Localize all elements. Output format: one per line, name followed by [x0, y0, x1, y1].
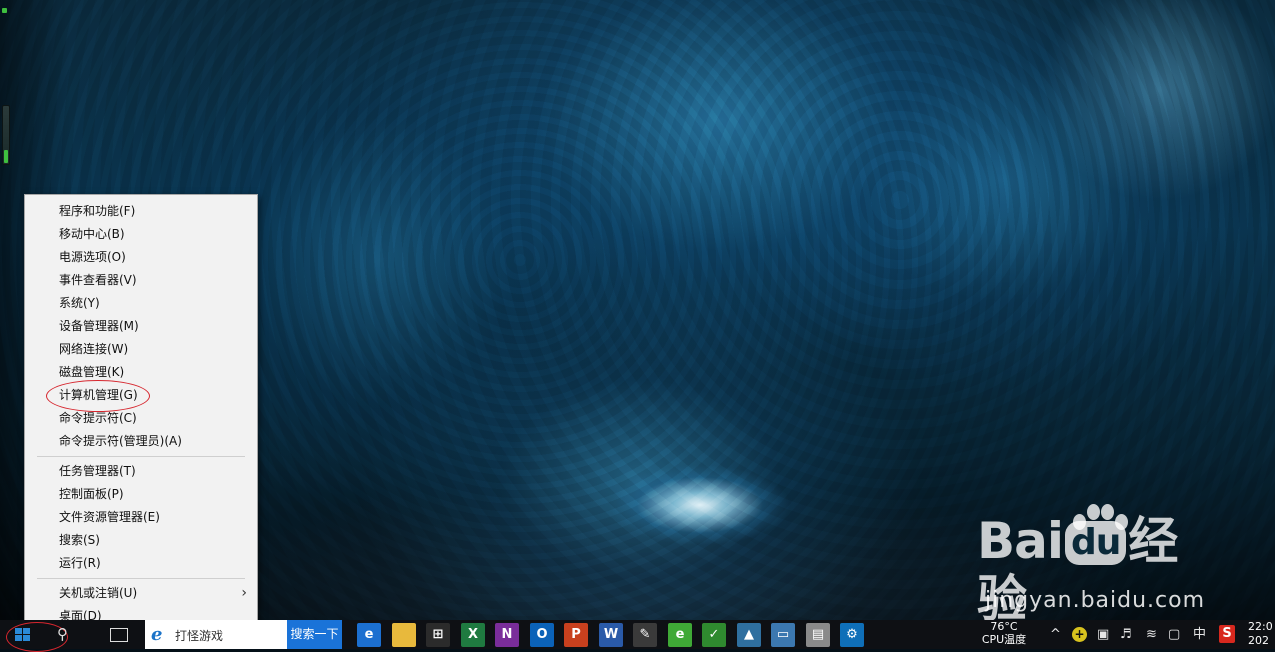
show-hidden-icons-chevron-icon[interactable]: ^ [1050, 626, 1061, 644]
menu-item-system[interactable]: 系统(Y) [25, 292, 257, 315]
menu-item-control-panel[interactable]: 控制面板(P) [25, 483, 257, 506]
menu-item-run[interactable]: 运行(R) [25, 552, 257, 575]
clock-date: 202 [1248, 634, 1269, 647]
menu-item-shutdown-signout[interactable]: 关机或注销(U) › [25, 582, 257, 605]
store-icon[interactable]: ⊞ [426, 623, 450, 647]
ie-search-box[interactable]: e 打怪游戏 [145, 620, 287, 649]
word-icon[interactable]: W [599, 623, 623, 647]
chevron-right-icon: › [241, 585, 247, 601]
search-go-button[interactable]: 搜索一下 [287, 620, 342, 649]
browser-360-icon[interactable]: e [668, 623, 692, 647]
edge-icon[interactable]: e [357, 623, 381, 647]
system-clock[interactable]: 22:0 202 [1248, 620, 1275, 649]
menu-item-programs-features[interactable]: 程序和功能(F) [25, 200, 257, 223]
menu-item-command-prompt-admin[interactable]: 命令提示符(管理员)(A) [25, 430, 257, 453]
winx-context-menu: 程序和功能(F) 移动中心(B) 电源选项(O) 事件查看器(V) 系统(Y) … [24, 194, 258, 633]
sogou-input-icon[interactable]: S [1219, 625, 1235, 643]
menu-item-mobility-center[interactable]: 移动中心(B) [25, 223, 257, 246]
menu-item-search[interactable]: 搜索(S) [25, 529, 257, 552]
side-gauge-widget[interactable] [2, 105, 10, 165]
baidu-logo-bai: Bai [977, 512, 1064, 570]
menu-item-device-manager[interactable]: 设备管理器(M) [25, 315, 257, 338]
cpu-temperature-widget[interactable]: 76°C CPU温度 [975, 620, 1033, 649]
app-tray-plus-icon[interactable]: + [1072, 627, 1087, 642]
menu-item-task-manager[interactable]: 任务管理器(T) [25, 460, 257, 483]
menu-item-event-viewer[interactable]: 事件查看器(V) [25, 269, 257, 292]
action-center-icon[interactable]: ▢ [1168, 626, 1180, 644]
menu-item-file-explorer[interactable]: 文件资源管理器(E) [25, 506, 257, 529]
baidu-logo-du: du [1065, 521, 1127, 565]
photo-viewer-icon[interactable]: ▲ [737, 623, 761, 647]
search-icon[interactable]: ⚲ [57, 625, 77, 645]
baidu-jingyan-watermark: Bai du 经验 jingyan.baidu.com [977, 504, 1206, 628]
computer-icon[interactable]: ▭ [771, 623, 795, 647]
menu-item-network-connections[interactable]: 网络连接(W) [25, 338, 257, 361]
menu-separator [37, 578, 245, 579]
menu-item-computer-management[interactable]: 计算机管理(G) [25, 384, 257, 407]
clock-time: 22:0 [1248, 620, 1273, 633]
ime-chinese-indicator[interactable]: 中 [1193, 626, 1206, 644]
menu-item-command-prompt[interactable]: 命令提示符(C) [25, 407, 257, 430]
onenote-icon[interactable]: N [495, 623, 519, 647]
settings-icon[interactable]: ⚙ [840, 623, 864, 647]
menu-item-shutdown-label: 关机或注销(U) [59, 586, 138, 600]
excel-icon[interactable]: X [461, 623, 485, 647]
menu-item-disk-management[interactable]: 磁盘管理(K) [25, 361, 257, 384]
ie-search-input[interactable]: 打怪游戏 [175, 627, 223, 644]
file-explorer-icon[interactable] [392, 623, 416, 647]
printer-icon[interactable]: ▤ [806, 623, 830, 647]
side-gauge-fill [4, 150, 8, 163]
cpu-temp-value: 76°C [990, 620, 1018, 633]
task-view-icon[interactable] [110, 628, 128, 642]
security-shield-icon[interactable]: ✓ [702, 623, 726, 647]
gadget-indicator [2, 8, 7, 13]
network-adapter-icon[interactable]: ▣ [1097, 626, 1109, 644]
taskbar: ⚲ e 打怪游戏 搜索一下 e ⊞ X N O P W ✎ e ✓ ▲ ▭ ▤ ⚙ 76°C CPU温度 … [0, 620, 1275, 652]
ie-icon: e [151, 624, 163, 645]
wifi-icon[interactable]: ≋ [1146, 626, 1157, 644]
watermark-url: jingyan.baidu.com [985, 588, 1206, 613]
powerpoint-icon[interactable]: P [564, 623, 588, 647]
volume-icon[interactable]: ♬ [1120, 626, 1132, 644]
outlook-icon[interactable]: O [530, 623, 554, 647]
cpu-temp-label: CPU温度 [981, 633, 1027, 646]
paint-icon[interactable]: ✎ [633, 623, 657, 647]
menu-separator [37, 456, 245, 457]
menu-item-power-options[interactable]: 电源选项(O) [25, 246, 257, 269]
